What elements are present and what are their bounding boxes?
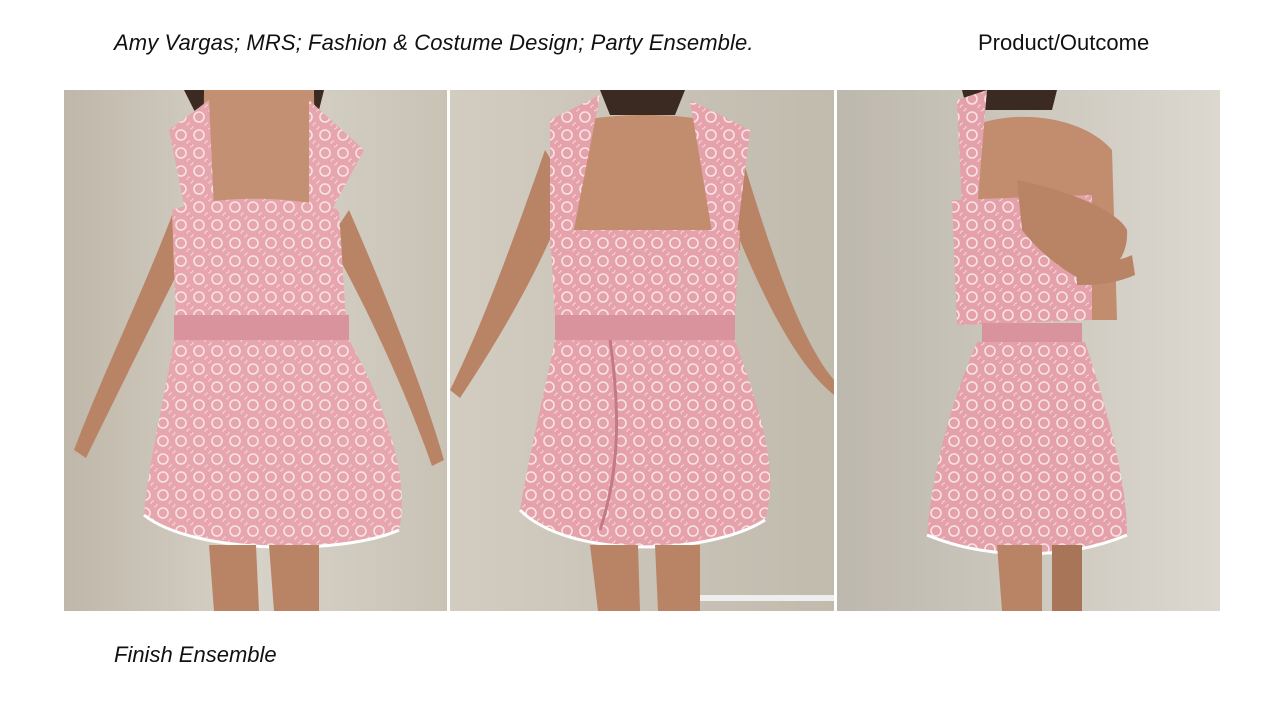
slide-title: Amy Vargas; MRS; Fashion & Costume Desig…	[114, 30, 754, 55]
slide: Amy Vargas; MRS; Fashion & Costume Desig…	[0, 0, 1280, 720]
photo-gallery	[64, 90, 1220, 611]
section-label: Product/Outcome	[978, 30, 1150, 55]
side-view-illustration	[837, 90, 1220, 611]
photo-back-view	[450, 90, 834, 611]
photo-front-view	[64, 90, 447, 611]
front-view-illustration	[64, 90, 447, 611]
photo-side-view	[837, 90, 1220, 611]
photo-caption: Finish Ensemble	[114, 642, 277, 667]
back-view-illustration	[450, 90, 834, 611]
